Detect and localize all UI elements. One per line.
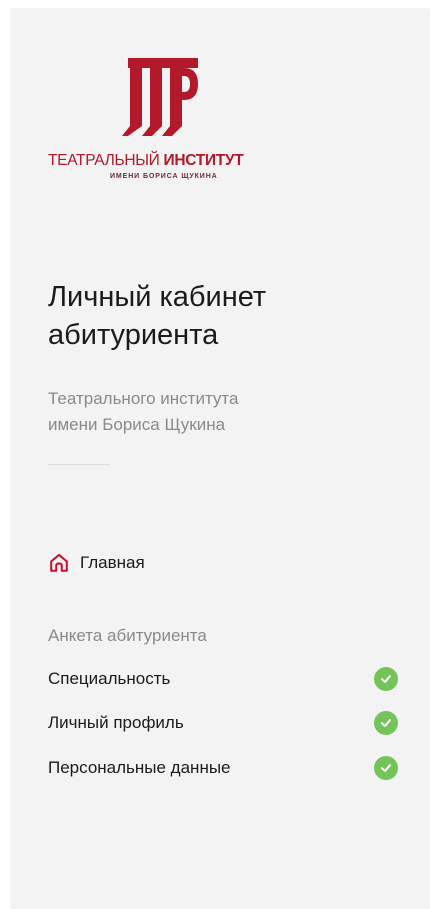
sidebar-panel: ТЕАТРАЛЬНЫЙ ИНСТИТУТ ИМЕНИ БОРИСА ЩУКИНА… [10, 8, 430, 909]
institute-logo[interactable]: ТЕАТРАЛЬНЫЙ ИНСТИТУТ ИМЕНИ БОРИСА ЩУКИНА [48, 58, 278, 193]
menu-item-specialty[interactable]: Специальность [48, 666, 398, 692]
logo-title-bold: ИНСТИТУТ [163, 152, 244, 169]
divider [48, 464, 110, 465]
check-circle-icon [374, 756, 398, 780]
page-subtitle-line-1: Театрального института [48, 389, 239, 408]
questionnaire-section-title: Анкета абитуриента [48, 626, 207, 645]
page-subtitle-line-2: имени Бориса Щукина [48, 415, 226, 434]
menu-item-personal-data[interactable]: Персональные данные [48, 755, 398, 781]
menu-item-label: Персональные данные [48, 758, 231, 777]
nav-home-link[interactable]: Главная [48, 551, 145, 575]
page-title-line-2: абитуриента [48, 319, 219, 351]
menu-item-label: Личный профиль [48, 713, 184, 732]
logo-title-light: ТЕАТРАЛЬНЫЙ [48, 152, 164, 169]
house-icon [50, 553, 68, 572]
menu-item-label: Специальность [48, 669, 171, 688]
page-subtitle: Театрального института имени Бориса Щуки… [48, 386, 238, 438]
logo-subtitle: ИМЕНИ БОРИСА ЩУКИНА [110, 173, 218, 180]
check-circle-icon [374, 667, 398, 691]
nav-home-label: Главная [80, 553, 145, 572]
institute-emblem-icon [122, 58, 198, 136]
page-title: Личный кабинет абитуриента [48, 278, 378, 354]
check-circle-icon [374, 711, 398, 735]
logo-title: ТЕАТРАЛЬНЫЙ ИНСТИТУТ [48, 152, 278, 170]
menu-item-personal-profile[interactable]: Личный профиль [48, 710, 398, 736]
page-title-line-1: Личный кабинет [48, 281, 267, 313]
